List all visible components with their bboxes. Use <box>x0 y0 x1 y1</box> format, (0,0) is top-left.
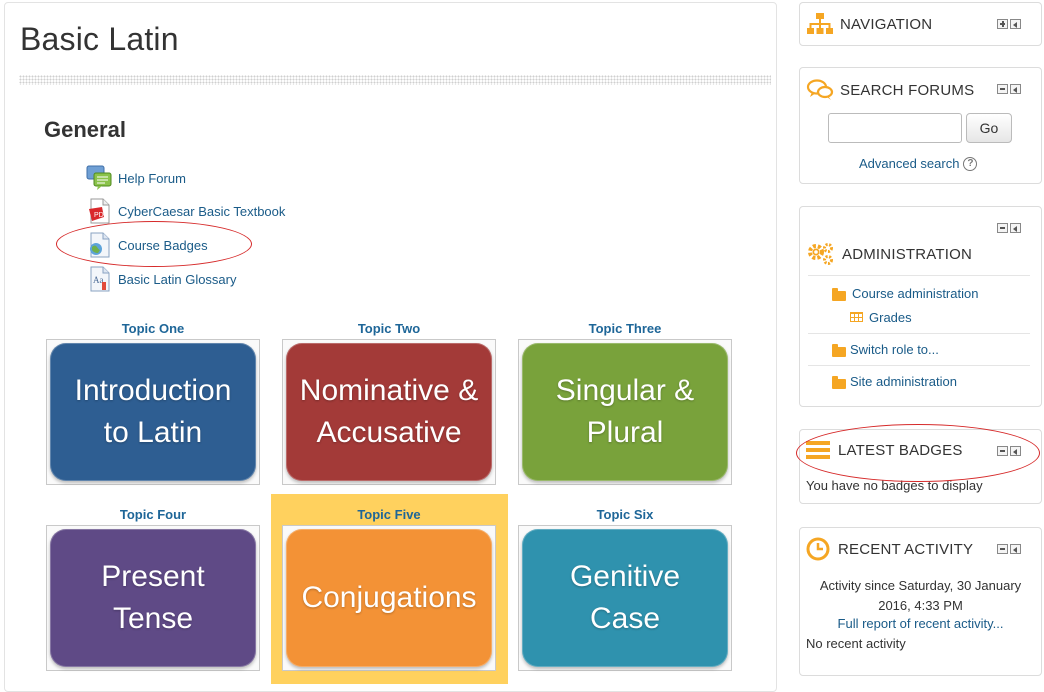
tile-label: Nominative & Accusative <box>299 374 479 449</box>
expand-icon[interactable] <box>997 19 1008 29</box>
recent-activity-block: RECENT ACTIVITY Activity since Saturday,… <box>799 527 1042 676</box>
block-title: RECENT ACTIVITY <box>838 540 974 558</box>
administration-block: ADMINISTRATION Course administration Gra… <box>799 206 1042 407</box>
topic-tile-frame: Introduction to Latin <box>46 339 260 485</box>
dock-icon[interactable] <box>1010 19 1021 29</box>
activity-label[interactable]: CyberCaesar Basic Textbook <box>118 204 285 219</box>
annotation-circle <box>796 424 1040 482</box>
site-administration-link[interactable]: Site administration <box>850 374 957 389</box>
activity-since-line2: 2016, 4:33 PM <box>878 598 963 613</box>
dock-icon[interactable] <box>1010 84 1021 94</box>
dock-icon[interactable] <box>1010 223 1021 233</box>
topic-name[interactable]: Topic One <box>46 321 260 336</box>
topic-name[interactable]: Topic Five <box>282 507 496 522</box>
chat-bubbles-icon <box>806 78 834 102</box>
activity-glossary[interactable]: Aa Basic Latin Glossary <box>86 266 237 292</box>
block-title: NAVIGATION <box>840 15 933 33</box>
topic-tile[interactable]: Nominative & Accusative <box>286 343 492 481</box>
divider <box>808 275 1030 276</box>
activity-since-line1: Activity since Saturday, 30 January <box>819 578 1022 593</box>
forum-icon <box>86 165 113 191</box>
page-title: Basic Latin <box>20 21 179 57</box>
block-title: ADMINISTRATION <box>842 245 973 263</box>
full-report-link[interactable]: Full report of recent activity... <box>800 616 1041 631</box>
dock-icon[interactable] <box>1010 544 1021 554</box>
topic-two[interactable]: Topic Two Nominative & Accusative <box>282 319 496 485</box>
grades-link[interactable]: Grades <box>869 310 912 325</box>
topic-tile-frame: Present Tense <box>46 525 260 671</box>
svg-text:PDF: PDF <box>94 212 108 219</box>
help-icon[interactable]: ? <box>963 156 978 171</box>
block-controls <box>997 19 1021 29</box>
topic-name[interactable]: Topic Three <box>518 321 732 336</box>
go-button[interactable]: Go <box>966 113 1012 143</box>
tile-label: Conjugations <box>301 581 477 614</box>
clock-icon <box>806 537 830 561</box>
topic-tile-frame: Nominative & Accusative <box>282 339 496 485</box>
block-controls <box>997 223 1021 233</box>
activity-label[interactable]: Help Forum <box>118 171 186 186</box>
gears-icon <box>806 241 836 267</box>
block-header: NAVIGATION <box>806 12 932 36</box>
activity-help-forum[interactable]: Help Forum <box>86 165 186 191</box>
topic-three[interactable]: Topic Three Singular & Plural <box>518 319 732 485</box>
advanced-search[interactable]: Advanced search ? <box>859 156 978 171</box>
grades-table-icon <box>850 312 863 322</box>
block-header: SEARCH FORUMS <box>806 78 974 102</box>
collapse-icon[interactable] <box>997 223 1008 233</box>
advanced-search-link[interactable]: Advanced search <box>859 156 959 171</box>
topic-five[interactable]: Topic Five Conjugations <box>282 505 496 671</box>
annotation-circle <box>56 221 252 267</box>
topic-tile[interactable]: Introduction to Latin <box>50 343 256 481</box>
tile-label: Genitive Case <box>569 560 681 635</box>
topic-one[interactable]: Topic One Introduction to Latin <box>46 319 260 485</box>
title-divider <box>19 75 771 85</box>
svg-text:Aa: Aa <box>93 275 104 285</box>
navigation-block: NAVIGATION <box>799 2 1042 46</box>
topic-tile-frame: Singular & Plural <box>518 339 732 485</box>
topic-tile[interactable]: Conjugations <box>286 529 492 667</box>
topic-tile-frame: Genitive Case <box>518 525 732 671</box>
switch-role-link[interactable]: Switch role to... <box>850 342 939 357</box>
topic-tile[interactable]: Singular & Plural <box>522 343 728 481</box>
topic-name[interactable]: Topic Four <box>46 507 260 522</box>
topic-tile-frame: Conjugations <box>282 525 496 671</box>
block-title: SEARCH FORUMS <box>840 81 975 99</box>
topic-four[interactable]: Topic Four Present Tense <box>46 505 260 671</box>
folder-icon <box>832 376 846 389</box>
activity-textbook[interactable]: PDF CyberCaesar Basic Textbook <box>86 198 285 224</box>
folder-icon <box>832 344 846 357</box>
search-input[interactable] <box>828 113 962 143</box>
collapse-icon[interactable] <box>997 84 1008 94</box>
topic-tile[interactable]: Genitive Case <box>522 529 728 667</box>
sitemap-icon <box>806 12 834 36</box>
activity-label[interactable]: Basic Latin Glossary <box>118 272 237 287</box>
topic-name[interactable]: Topic Six <box>518 507 732 522</box>
block-controls <box>997 84 1021 94</box>
activity-since: Activity since Saturday, 30 January 2016… <box>800 576 1041 616</box>
search-forums-block: SEARCH FORUMS Go Advanced search ? <box>799 67 1042 184</box>
tile-label: Present Tense <box>101 560 205 635</box>
tile-label: Introduction to Latin <box>74 374 232 449</box>
divider <box>808 333 1030 334</box>
topic-name[interactable]: Topic Two <box>282 321 496 336</box>
divider <box>808 365 1030 366</box>
glossary-icon: Aa <box>86 266 113 292</box>
pdf-icon: PDF <box>86 198 113 224</box>
block-header: ADMINISTRATION <box>806 241 972 267</box>
section-heading: General <box>44 117 126 142</box>
tile-label: Singular & Plural <box>555 374 695 449</box>
folder-open-icon <box>832 288 846 301</box>
topic-tile[interactable]: Present Tense <box>50 529 256 667</box>
no-recent-activity-text: No recent activity <box>806 636 906 651</box>
topic-six[interactable]: Topic Six Genitive Case <box>518 505 732 671</box>
block-controls <box>997 544 1021 554</box>
collapse-icon[interactable] <box>997 544 1008 554</box>
course-administration-link[interactable]: Course administration <box>852 286 978 301</box>
block-header: RECENT ACTIVITY <box>806 537 973 561</box>
